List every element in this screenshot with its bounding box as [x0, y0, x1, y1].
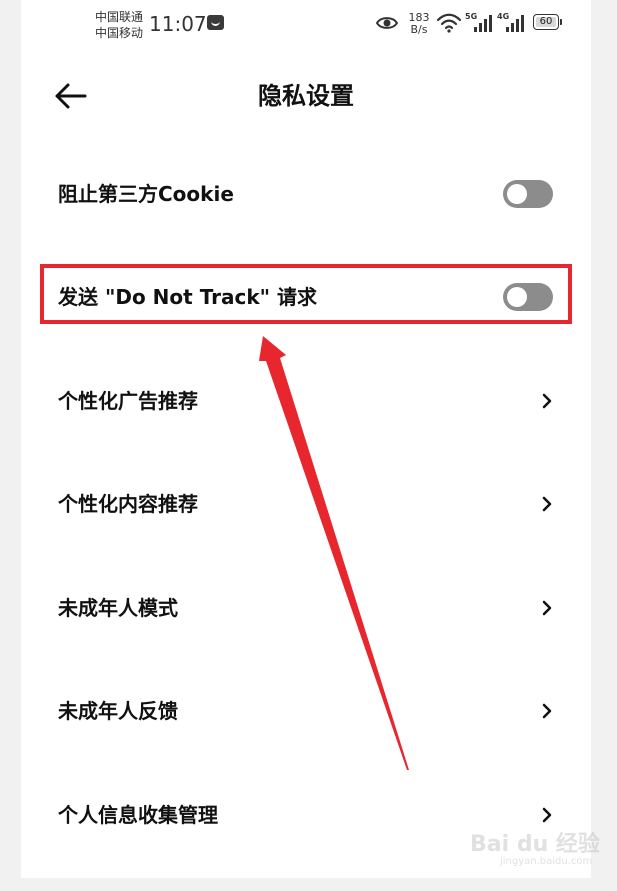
- chevron-right-icon: [542, 496, 552, 512]
- status-bar: 中国联通 中国移动 11:07 183 B/s 5G 4G 60: [21, 0, 591, 50]
- notification-icon: [207, 15, 224, 30]
- setting-label: 发送 "Do Not Track" 请求: [58, 285, 318, 309]
- eye-icon: [376, 17, 398, 29]
- signal-indicator-2: 4G: [497, 12, 527, 34]
- setting-label: 未成年人反馈: [58, 699, 178, 723]
- setting-personal-info-collection[interactable]: 个人信息收集管理: [21, 782, 591, 848]
- network-speed: 183 B/s: [407, 12, 431, 36]
- setting-do-not-track[interactable]: 发送 "Do Not Track" 请求: [21, 264, 591, 330]
- battery-body: 60: [533, 14, 559, 30]
- block-cookies-toggle[interactable]: [503, 180, 553, 208]
- signal-indicator-1: 5G: [465, 12, 495, 34]
- chevron-right-icon: [542, 703, 552, 719]
- battery-level: 60: [536, 17, 556, 27]
- network-speed-unit: B/s: [410, 23, 428, 36]
- setting-block-third-party-cookies[interactable]: 阻止第三方Cookie: [21, 161, 591, 227]
- setting-label: 个性化广告推荐: [58, 389, 198, 413]
- setting-minor-mode[interactable]: 未成年人模式: [21, 575, 591, 641]
- carrier-names: 中国联通 中国移动: [95, 9, 143, 41]
- toggle-knob: [507, 184, 527, 204]
- toggle-knob: [507, 287, 527, 307]
- do-not-track-toggle[interactable]: [503, 283, 553, 311]
- carrier-2: 中国移动: [95, 26, 144, 40]
- phone-screen: 中国联通 中国移动 11:07 183 B/s 5G 4G 60 隐私设置 阻止…: [21, 0, 591, 878]
- setting-label: 阻止第三方Cookie: [58, 182, 234, 206]
- page-title: 隐私设置: [258, 82, 354, 110]
- status-time: 11:07: [149, 12, 207, 36]
- chevron-right-icon: [542, 393, 552, 409]
- header: 隐私设置: [21, 60, 591, 130]
- setting-personalized-content[interactable]: 个性化内容推荐: [21, 471, 591, 537]
- chevron-right-icon: [542, 807, 552, 823]
- setting-label: 未成年人模式: [58, 596, 178, 620]
- setting-minor-feedback[interactable]: 未成年人反馈: [21, 678, 591, 744]
- setting-label: 个人信息收集管理: [58, 803, 218, 827]
- setting-personalized-ads[interactable]: 个性化广告推荐: [21, 368, 591, 434]
- signal-icon: [506, 15, 524, 32]
- setting-label: 个性化内容推荐: [58, 492, 198, 516]
- wifi-icon: [436, 13, 462, 33]
- carrier-1: 中国联通: [95, 10, 144, 24]
- battery-icon: 60: [533, 14, 563, 32]
- signal-icon: [474, 15, 492, 32]
- chevron-right-icon: [542, 600, 552, 616]
- battery-tip: [560, 19, 562, 25]
